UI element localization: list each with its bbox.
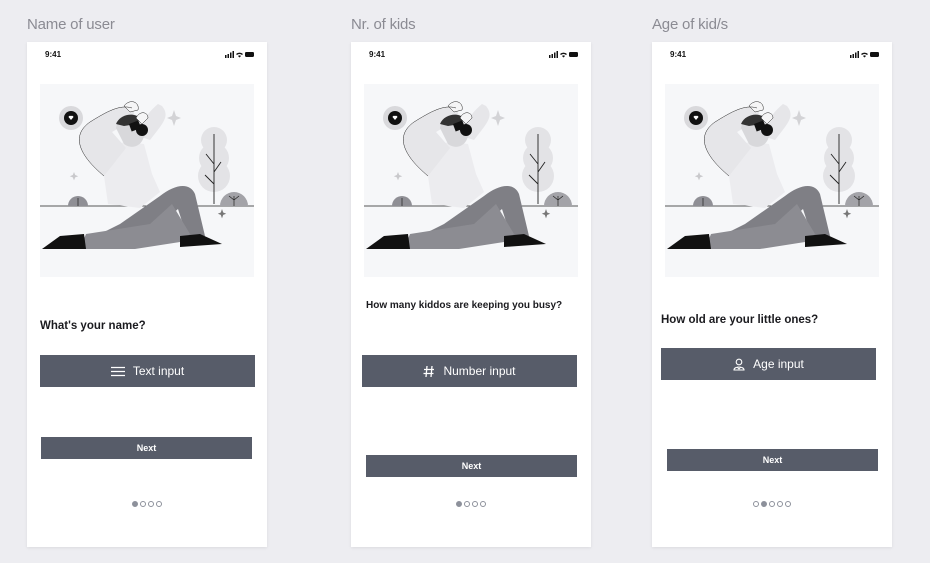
- question-text: What's your name?: [40, 320, 146, 332]
- pager-dot: [777, 501, 783, 507]
- phone-screen-name-of-user: 9:41 What's your name? Text input Next: [27, 42, 267, 547]
- input-label: Age input: [753, 357, 804, 371]
- menu-lines-icon: [110, 366, 125, 377]
- frame-title: Nr. of kids: [351, 16, 416, 33]
- status-icons: [225, 51, 254, 58]
- onboarding-illustration: [665, 84, 879, 277]
- age-input-button[interactable]: Age input: [661, 348, 876, 380]
- pager-dot: [464, 501, 470, 507]
- pager-dot: [769, 501, 775, 507]
- frame-title: Age of kid/s: [652, 16, 728, 33]
- pager-dot: [148, 501, 154, 507]
- input-label: Number input: [443, 364, 516, 378]
- status-icons: [850, 51, 879, 58]
- next-button[interactable]: Next: [41, 437, 252, 459]
- pager-dots: [351, 501, 591, 507]
- status-time: 9:41: [670, 50, 687, 59]
- pager-dot: [156, 501, 162, 507]
- frame-title: Name of user: [27, 16, 115, 33]
- pager-dot: [472, 501, 478, 507]
- pager-dot-active: [132, 501, 138, 507]
- status-time: 9:41: [45, 50, 62, 59]
- input-label: Text input: [132, 364, 185, 378]
- pager-dot: [140, 501, 146, 507]
- question-text: How many kiddos are keeping you busy?: [366, 300, 563, 311]
- status-time: 9:41: [369, 50, 386, 59]
- pager-dot: [753, 501, 759, 507]
- pager-dot: [785, 501, 791, 507]
- text-input-button[interactable]: Text input: [40, 355, 255, 387]
- pager-dot: [480, 501, 486, 507]
- number-input-button[interactable]: Number input: [362, 355, 577, 387]
- onboarding-illustration: [364, 84, 578, 277]
- pager-dots: [652, 501, 892, 507]
- pager-dot-active: [456, 501, 462, 507]
- status-icons: [549, 51, 578, 58]
- onboarding-illustration: [40, 84, 254, 277]
- hash-icon: [423, 365, 435, 378]
- next-button[interactable]: Next: [667, 449, 878, 471]
- pager-dot-active: [761, 501, 767, 507]
- phone-screen-age-of-kids: 9:41 How old are your little ones? Age i…: [652, 42, 892, 547]
- next-button[interactable]: Next: [366, 455, 577, 477]
- question-text: How old are your little ones?: [661, 314, 819, 326]
- child-person-icon: [733, 358, 745, 371]
- phone-screen-nr-of-kids: 9:41 How many kiddos are keeping you bus…: [351, 42, 591, 547]
- pager-dots: [27, 501, 267, 507]
